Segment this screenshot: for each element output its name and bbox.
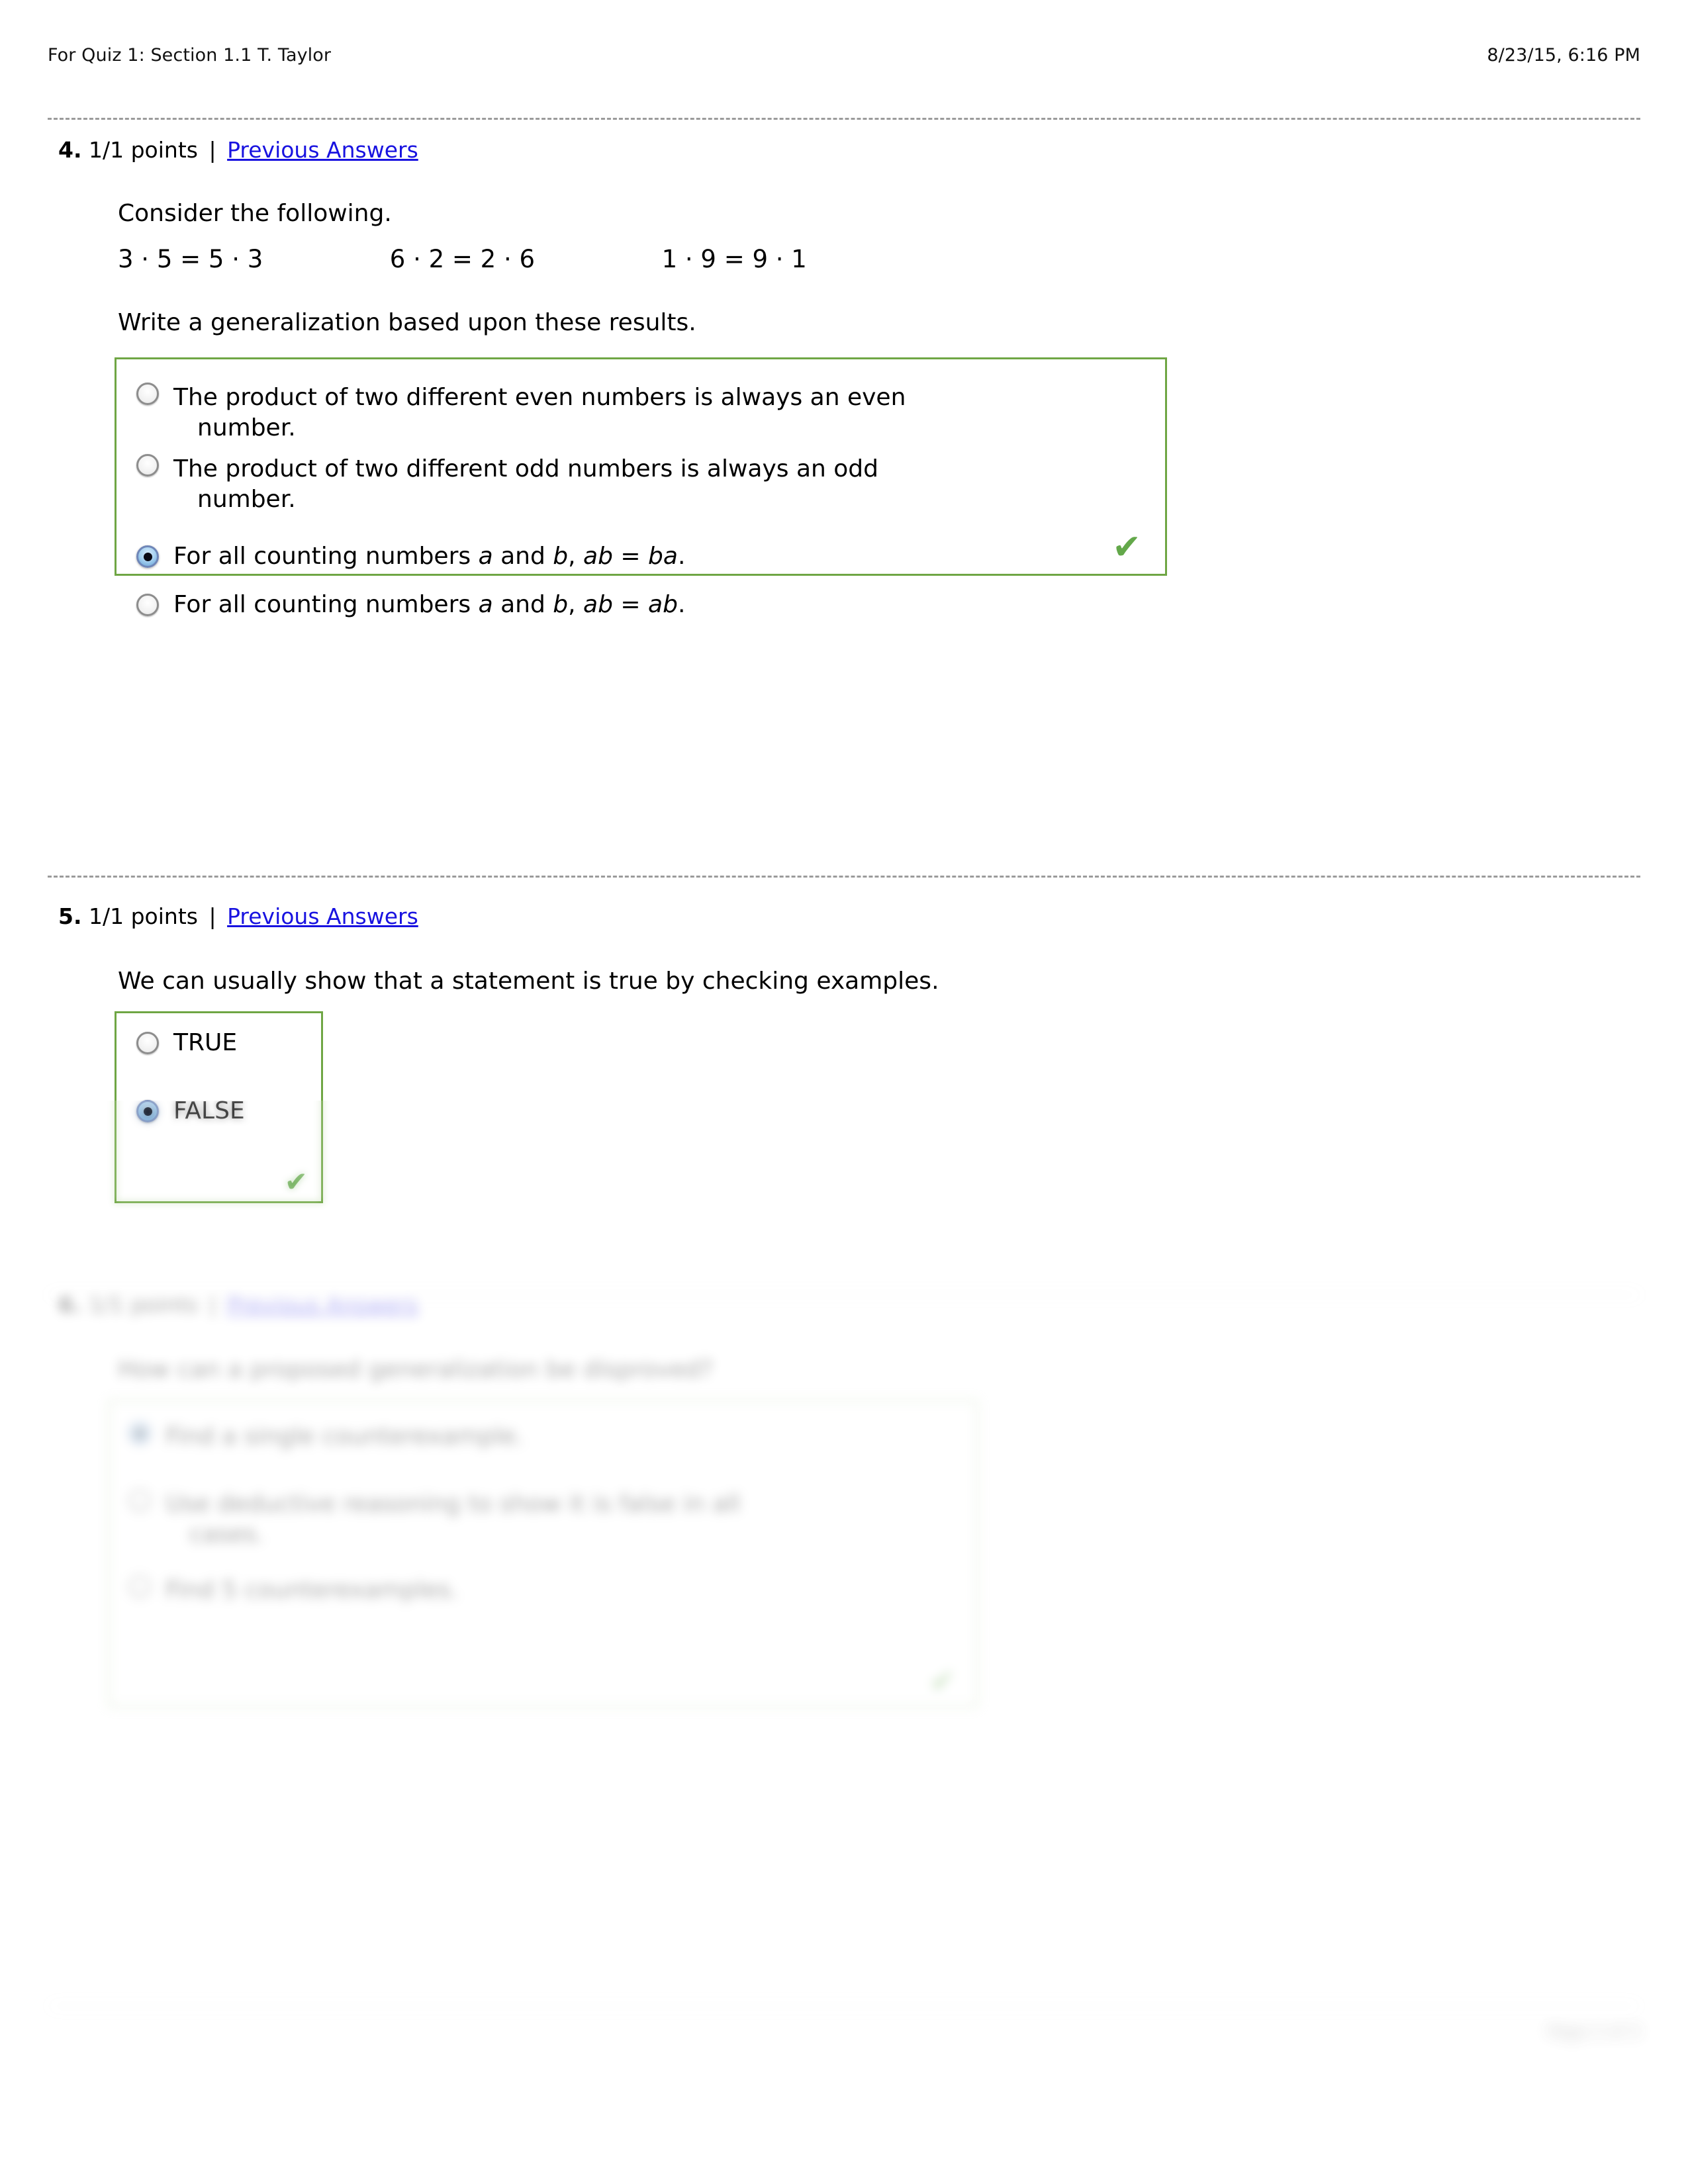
faded-page-region: TRUE FALSE ✔ 6. 1/1 points | Previous An… [0, 1101, 1688, 2184]
radio-button [128, 1489, 151, 1512]
page-footer: Page 2 of 3 [48, 2022, 1640, 2041]
question-4-option-1[interactable]: The product of two different even number… [136, 383, 1116, 443]
option-text-end: . [677, 543, 686, 570]
question-6-header: 6. 1/1 points | Previous Answers [58, 1294, 418, 1316]
radio-button [128, 1422, 151, 1444]
radio-button[interactable] [136, 594, 159, 617]
option-label: The product of two different odd numbers… [173, 454, 878, 515]
question-4-prompt: Consider the following. [118, 200, 392, 227]
question-6-separator: | [209, 1292, 216, 1318]
option-var-a: a [478, 543, 493, 570]
question-6-option-3: Find 5 counterexamples. [128, 1575, 949, 1606]
question-4-instruction: Write a generalization based upon these … [118, 309, 696, 336]
question-6-prompt: How can a proposed generalization be dis… [118, 1356, 714, 1383]
option-text-comma: , [568, 543, 584, 570]
option-label: Use deductive reasoning to show it is fa… [165, 1489, 740, 1550]
option-text-pre: For all counting numbers [173, 591, 479, 618]
question-6-points: 1/1 points [89, 1292, 198, 1318]
equation-3: 1 · 9 = 9 · 1 [661, 245, 807, 273]
question-4-equations: 3 · 5 = 5 · 3 6 · 2 = 2 · 6 1 · 9 = 9 · … [118, 245, 807, 273]
question-5-option-true[interactable]: TRUE [136, 1028, 237, 1058]
document-timestamp: 8/23/15, 6:16 PM [1487, 45, 1640, 66]
question-6-number: 6. [58, 1292, 82, 1318]
question-5-number: 5. [58, 903, 82, 929]
option-expr-left: ab [583, 591, 613, 618]
question-5-option-false-faded: FALSE [136, 1101, 245, 1126]
question-4-option-4[interactable]: For all counting numbers a and b, ab = a… [136, 590, 1116, 620]
question-5-prompt: We can usually show that a statement is … [118, 968, 939, 995]
page-header: For Quiz 1: Section 1.1 T. Taylor 8/23/1… [48, 45, 1640, 71]
document-title: For Quiz 1: Section 1.1 T. Taylor [48, 45, 332, 66]
question-5-points: 1/1 points [89, 903, 198, 929]
question-4-previous-answers-link[interactable]: Previous Answers [227, 137, 418, 163]
question-5-separator: | [209, 903, 216, 929]
question-4-separator: | [209, 137, 216, 163]
option-line-1: The product of two different odd numbers… [173, 455, 879, 482]
option-text-mid: and [492, 591, 553, 618]
radio-button [136, 1101, 159, 1123]
radio-button[interactable] [136, 1032, 159, 1055]
option-line-1: The product of two different even number… [173, 384, 906, 411]
question-5-answer-box-faded: TRUE FALSE ✔ [115, 1101, 323, 1203]
option-expr-left: ab [583, 543, 613, 570]
option-line-1: Find a single counterexample. [165, 1423, 524, 1450]
footer-page-number: Page 2 of 3 [1547, 2022, 1640, 2041]
question-5-previous-answers-link[interactable]: Previous Answers [227, 903, 418, 929]
question-4-option-2[interactable]: The product of two different odd numbers… [136, 454, 1116, 515]
radio-button[interactable] [136, 454, 159, 477]
question-5-header: 5. 1/1 points | Previous Answers [58, 905, 418, 927]
option-line-2: cases. [189, 1521, 264, 1549]
equation-2: 6 · 2 = 2 · 6 [389, 245, 536, 273]
question-6-option-2: Use deductive reasoning to show it is fa… [128, 1489, 949, 1550]
option-text-pre: For all counting numbers [173, 543, 479, 570]
option-expr-right: ab [648, 591, 678, 618]
option-label: For all counting numbers a and b, ab = a… [173, 590, 685, 620]
question-6-option-1: Find a single counterexample. [128, 1422, 949, 1452]
footer-divider [48, 2005, 1640, 2007]
option-line-1: Use deductive reasoning to show it is fa… [165, 1490, 741, 1518]
option-var-b: b [553, 543, 569, 570]
option-label: Find 5 counterexamples. [165, 1575, 458, 1606]
section-divider-top [48, 118, 1640, 120]
option-label: Find a single counterexample. [165, 1422, 524, 1452]
option-line-2: number. [197, 414, 296, 442]
option-text-end: . [677, 591, 686, 618]
option-var-a: a [478, 591, 493, 618]
question-6-previous-answers-link: Previous Answers [227, 1292, 418, 1318]
question-6-answer-box: Find a single counterexample. Use deduct… [108, 1400, 978, 1707]
correct-check-icon: ✔ [929, 1663, 955, 1699]
question-4-header: 4. 1/1 points | Previous Answers [58, 139, 418, 161]
option-line-2: number. [197, 486, 296, 514]
correct-check-icon: ✔ [284, 1165, 308, 1198]
radio-button[interactable] [136, 545, 159, 569]
option-equals: = [612, 591, 649, 618]
option-label: For all counting numbers a and b, ab = b… [173, 541, 685, 572]
option-var-b: b [553, 591, 569, 618]
question-4-points: 1/1 points [89, 137, 198, 163]
section-divider-middle [48, 876, 1640, 878]
option-line-1: Find 5 counterexamples. [165, 1576, 459, 1604]
radio-button[interactable] [136, 383, 159, 405]
option-expr-right: ba [648, 543, 678, 570]
question-4-answer-box: The product of two different even number… [115, 357, 1167, 618]
option-label: FALSE [173, 1101, 245, 1124]
option-equals: = [612, 543, 649, 570]
equation-1: 3 · 5 = 5 · 3 [118, 245, 263, 273]
question-4-option-3[interactable]: For all counting numbers a and b, ab = b… [136, 541, 1116, 572]
question-4-number: 4. [58, 137, 82, 163]
option-label: The product of two different even number… [173, 383, 906, 443]
correct-check-icon: ✔ [1112, 527, 1141, 567]
option-label: TRUE [173, 1029, 238, 1056]
radio-button [128, 1575, 151, 1598]
option-text-comma: , [568, 591, 584, 618]
option-text-mid: and [492, 543, 553, 570]
